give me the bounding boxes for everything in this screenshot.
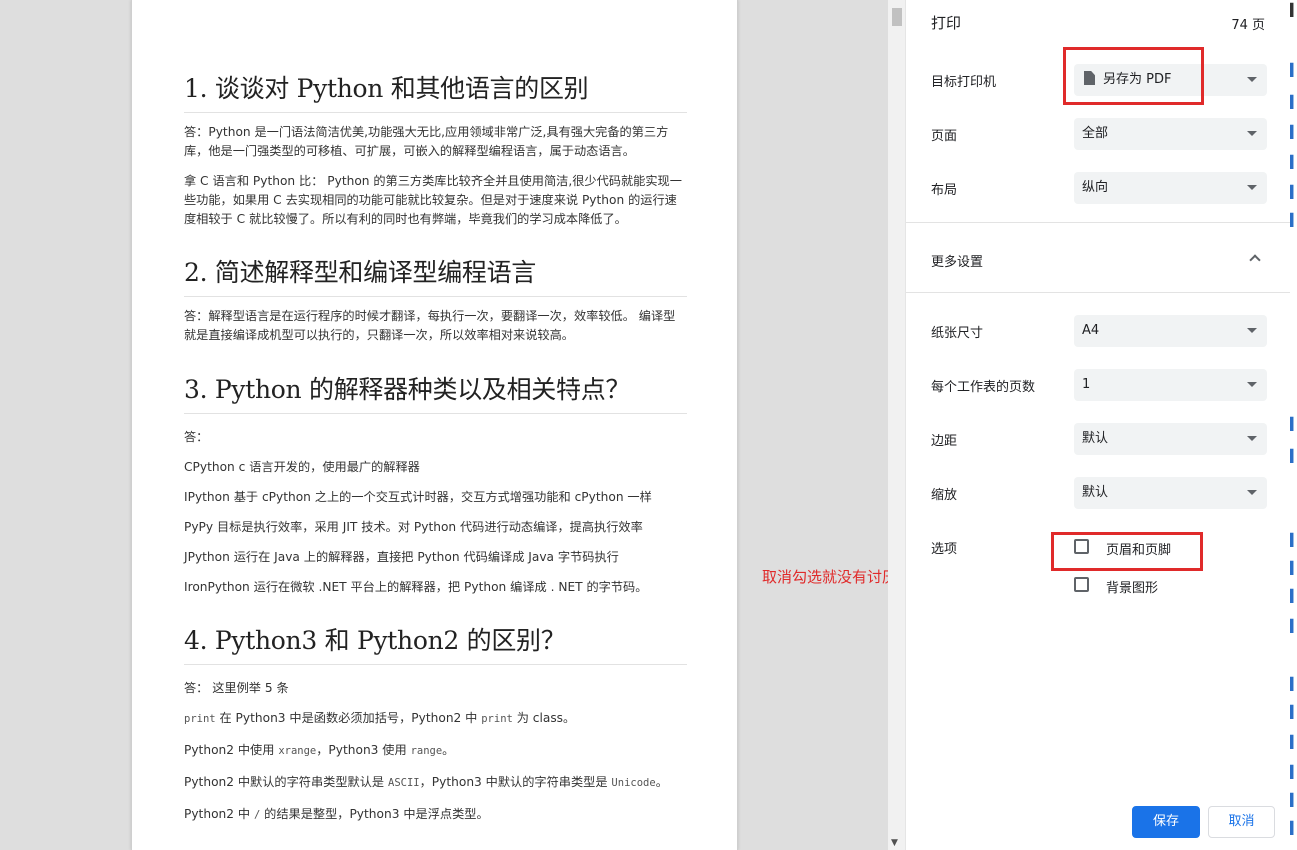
dropdown-arrow-icon (1247, 77, 1257, 82)
divider (906, 292, 1291, 293)
background-graphics-checkbox[interactable] (1074, 577, 1089, 592)
paper-size-value: A4 (1082, 323, 1099, 338)
preview-scrollbar[interactable]: ▼ (888, 0, 905, 850)
pages-per-sheet-label: 每个工作表的页数 (931, 376, 1035, 395)
panel-title: 打印 (931, 12, 961, 33)
pages-value: 全部 (1082, 126, 1108, 141)
pages-label: 页面 (931, 125, 957, 144)
paper-size-label: 纸张尺寸 (931, 322, 983, 341)
text-line: CPython c 语言开发的，使用最广的解释器 (184, 458, 687, 476)
text-line: 答： (184, 428, 687, 446)
dropdown-arrow-icon (1247, 131, 1257, 136)
section-heading: 2. 简述解释型和编译型编程语言 (184, 256, 687, 297)
options-label: 选项 (931, 538, 957, 557)
preview-page: 1. 谈谈对 Python 和其他语言的区别 答：Python 是一门语法简洁优… (131, 0, 738, 850)
code-span: ASCII (388, 777, 420, 789)
chevron-up-icon[interactable] (1249, 254, 1260, 265)
pages-per-sheet-value: 1 (1082, 377, 1090, 392)
paragraph: 拿 C 语言和 Python 比： Python 的第三方类库比较齐全并且使用简… (184, 172, 687, 229)
page-count: 74 页 (1231, 14, 1265, 33)
list-item: print 在 Python3 中是函数必须加括号，Python2 中 prin… (184, 709, 687, 728)
margins-value: 默认 (1082, 431, 1108, 446)
code-span: Unicode (611, 777, 655, 789)
scale-value: 默认 (1082, 485, 1108, 500)
layout-select[interactable]: 纵向 (1074, 172, 1267, 204)
header-footer-highlight-box (1051, 532, 1203, 571)
scale-label: 缩放 (931, 484, 957, 503)
paragraph: 答：解释型语言是在运行程序的时候才翻译，每执行一次，要翻译一次，效率较低。 编译… (184, 307, 687, 345)
layout-label: 布局 (931, 179, 957, 198)
divider (906, 222, 1291, 223)
dropdown-arrow-icon (1247, 328, 1257, 333)
section-heading: 1. 谈谈对 Python 和其他语言的区别 (184, 72, 687, 113)
list-item: Python2 中使用 xrange，Python3 使用 range。 (184, 741, 687, 760)
pages-per-sheet-select[interactable]: 1 (1074, 369, 1267, 401)
scale-select[interactable]: 默认 (1074, 477, 1267, 509)
background-page-edge: ▍ ▍ ▍ ▍ ▍ ▍ ▍ ▍ ▍ ▍ ▍ ▍ ▍ ▍ ▍ ▍ ▍ ▍ ▍ (1290, 0, 1297, 850)
print-preview-area: 1. 谈谈对 Python 和其他语言的区别 答：Python 是一门语法简洁优… (0, 0, 888, 850)
section-4: 4. Python3 和 Python2 的区别？ 答： 这里例举 5 条 pr… (184, 624, 687, 824)
paper-size-select[interactable]: A4 (1074, 315, 1267, 347)
text-line: JPython 运行在 Java 上的解释器，直接把 Python 代码编译成 … (184, 548, 687, 566)
dropdown-arrow-icon (1247, 185, 1257, 190)
scroll-thumb[interactable] (892, 8, 902, 26)
scroll-down-arrow-icon[interactable]: ▼ (891, 838, 898, 848)
dropdown-arrow-icon (1247, 382, 1257, 387)
text-line: 答： 这里例举 5 条 (184, 679, 687, 697)
layout-value: 纵向 (1082, 180, 1108, 195)
code-span: xrange (278, 745, 316, 757)
save-button[interactable]: 保存 (1132, 806, 1200, 838)
text-line: PyPy 目标是执行效率，采用 JIT 技术。对 Python 代码进行动态编译… (184, 518, 687, 536)
margins-label: 边距 (931, 430, 957, 449)
destination-highlight-box (1063, 47, 1204, 105)
section-1: 1. 谈谈对 Python 和其他语言的区别 答：Python 是一门语法简洁优… (184, 72, 687, 229)
dropdown-arrow-icon (1247, 436, 1257, 441)
text-line: IronPython 运行在微软 .NET 平台上的解释器，把 Python 编… (184, 578, 687, 596)
list-item: Python2 中默认的字符串类型默认是 ASCII，Python3 中默认的字… (184, 773, 687, 792)
pages-select[interactable]: 全部 (1074, 118, 1267, 150)
section-heading: 3. Python 的解释器种类以及相关特点？ (184, 373, 687, 414)
section-2: 2. 简述解释型和编译型编程语言 答：解释型语言是在运行程序的时候才翻译，每执行… (184, 256, 687, 345)
cancel-button[interactable]: 取消 (1208, 806, 1275, 838)
section-heading: 4. Python3 和 Python2 的区别？ (184, 624, 687, 665)
paragraph: 答：Python 是一门语法简洁优美,功能强大无比,应用领域非常广泛,具有强大完… (184, 123, 687, 161)
more-settings-toggle[interactable]: 更多设置 (931, 251, 983, 270)
code-span: range (411, 745, 443, 757)
code-span: print (481, 713, 513, 725)
background-graphics-label[interactable]: 背景图形 (1106, 577, 1158, 596)
print-settings-panel: 打印 74 页 目标打印机 另存为 PDF 页面 全部 布局 纵向 更多设置 纸… (905, 0, 1290, 850)
destination-label: 目标打印机 (931, 71, 996, 90)
text-line: IPython 基于 cPython 之上的一个交互式计时器，交互方式增强功能和… (184, 488, 687, 506)
code-span: print (184, 713, 216, 725)
section-3: 3. Python 的解释器种类以及相关特点？ 答： CPython c 语言开… (184, 373, 687, 596)
list-item: Python2 中 / 的结果是整型，Python3 中是浮点类型。 (184, 805, 687, 824)
margins-select[interactable]: 默认 (1074, 423, 1267, 455)
dropdown-arrow-icon (1247, 490, 1257, 495)
